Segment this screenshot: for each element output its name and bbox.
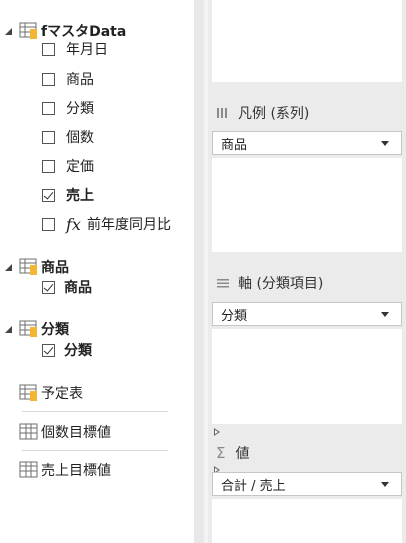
table-product[interactable]: 商品	[4, 256, 69, 278]
checkbox-icon[interactable]	[42, 42, 55, 56]
checkbox-icon[interactable]	[42, 101, 55, 115]
dropdown-caret-icon[interactable]	[381, 140, 389, 146]
values-well-header: Σ 値	[216, 442, 249, 464]
table-icon	[19, 384, 37, 401]
axis-lines-icon	[217, 279, 229, 288]
table-icon	[19, 22, 37, 39]
field-row-category[interactable]: 分類	[42, 339, 92, 361]
checkbox-icon[interactable]	[42, 280, 55, 294]
field-label: 個数	[66, 130, 94, 146]
legend-well-header: 凡例 (系列)	[216, 102, 309, 124]
checkbox-icon[interactable]	[42, 188, 55, 202]
field-label: 年月日	[66, 42, 108, 58]
field-label: 定価	[66, 159, 94, 175]
values-drop-area[interactable]	[212, 499, 402, 543]
dropdown-caret-icon[interactable]	[381, 311, 389, 317]
table-name: 個数目標値	[41, 425, 111, 441]
field-row-yoy-ratio[interactable]: fx 前年度同月比	[42, 213, 171, 235]
field-label: 分類	[64, 343, 92, 359]
table-icon	[19, 423, 38, 440]
field-label: 分類	[66, 101, 94, 117]
axis-field-pill[interactable]: 分類	[212, 302, 402, 326]
table-name: 分類	[41, 322, 69, 338]
fx-measure-icon: fx	[66, 214, 81, 234]
legend-well-title: 凡例 (系列)	[238, 106, 310, 122]
checkbox-icon[interactable]	[42, 72, 55, 86]
checkbox-icon[interactable]	[42, 159, 55, 173]
field-row-product[interactable]: 商品	[42, 276, 92, 298]
divider	[22, 411, 168, 412]
expand-triangle-icon[interactable]	[212, 427, 221, 437]
axis-field-value: 分類	[221, 308, 248, 324]
checkbox-icon[interactable]	[42, 343, 55, 357]
table-category[interactable]: 分類	[4, 318, 69, 340]
field-row-list-price[interactable]: 定価	[42, 155, 94, 177]
field-row-category[interactable]: 分類	[42, 97, 94, 119]
checkbox-icon[interactable]	[42, 217, 55, 231]
legend-field-pill[interactable]: 商品	[212, 131, 402, 155]
field-label: 売上	[66, 188, 94, 204]
collapse-triangle-icon[interactable]	[4, 26, 13, 36]
table-name: 売上目標値	[41, 463, 111, 479]
table-name: 商品	[41, 260, 69, 276]
field-label: 商品	[66, 72, 94, 88]
table-name: 予定表	[41, 386, 83, 402]
axis-well-header: 軸 (分類項目)	[216, 272, 323, 294]
table-schedule[interactable]: 予定表	[4, 382, 221, 404]
checkbox-icon[interactable]	[42, 130, 55, 144]
axis-drop-area[interactable]	[212, 329, 402, 424]
field-label: 前年度同月比	[86, 217, 171, 233]
field-row-sales[interactable]: 売上	[42, 184, 94, 206]
dropdown-caret-icon[interactable]	[381, 481, 389, 487]
field-row-product[interactable]: 商品	[42, 68, 94, 90]
values-field-value: 合計 / 売上	[221, 478, 286, 494]
collapse-triangle-icon[interactable]	[4, 324, 13, 334]
table-icon	[19, 461, 38, 478]
field-row-date[interactable]: 年月日	[42, 38, 108, 60]
legend-bars-icon	[217, 108, 227, 118]
table-quantity-target[interactable]: 個数目標値	[4, 421, 221, 443]
previous-well-area[interactable]	[212, 0, 402, 82]
values-well-title: 値	[235, 446, 250, 462]
legend-drop-area[interactable]	[212, 158, 402, 252]
table-icon	[19, 320, 37, 337]
collapse-triangle-icon[interactable]	[4, 262, 13, 272]
legend-field-value: 商品	[221, 137, 248, 153]
sigma-icon: Σ	[216, 444, 226, 462]
table-sales-target[interactable]: 売上目標値	[4, 459, 221, 481]
values-field-pill[interactable]: 合計 / 売上	[212, 472, 402, 496]
table-icon	[19, 258, 37, 275]
divider	[22, 450, 168, 451]
axis-well-title: 軸 (分類項目)	[238, 276, 324, 292]
field-label: 商品	[64, 280, 92, 296]
pane-splitter[interactable]	[194, 0, 204, 543]
field-row-quantity[interactable]: 個数	[42, 126, 94, 148]
